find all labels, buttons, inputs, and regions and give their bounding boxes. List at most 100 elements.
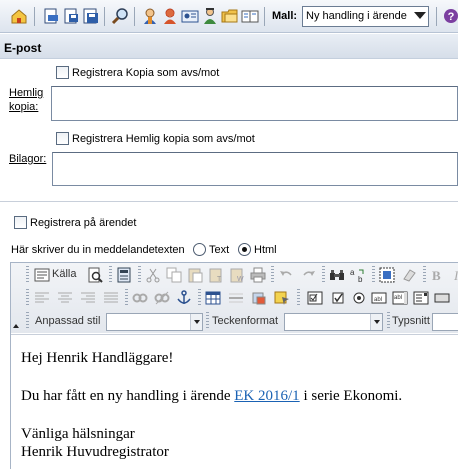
- justify-icon[interactable]: [103, 290, 119, 306]
- folder-icon[interactable]: [221, 7, 239, 25]
- registrera-kopia-label: Registrera Kopia som avs/mot: [72, 67, 220, 79]
- message-body-prefix: Du har fått en ny handling i ärende: [21, 388, 235, 404]
- format-text-label: Text: [209, 244, 230, 256]
- select-field-icon[interactable]: [413, 290, 429, 306]
- paste-word-icon[interactable]: W: [229, 267, 245, 283]
- svg-text:abl: abl: [374, 297, 382, 303]
- copy-icon[interactable]: [166, 267, 182, 283]
- bold-icon[interactable]: B: [429, 267, 445, 283]
- toolbar-grip: [322, 266, 325, 284]
- unlink-icon[interactable]: [154, 290, 170, 306]
- align-left-icon[interactable]: [34, 290, 50, 306]
- save-as-icon[interactable]: [82, 7, 100, 25]
- toolbar-separator: [104, 7, 105, 26]
- mall-select[interactable]: Ny handling i ärende: [302, 6, 429, 27]
- bilagor-label: Bilagor:: [9, 153, 47, 165]
- registrera-hemlig-kopia-label: Registrera Hemlig kopia som avs/mot: [72, 133, 255, 145]
- anpassad-stil-select[interactable]: [106, 313, 203, 331]
- link-icon[interactable]: [132, 290, 148, 306]
- templates-icon[interactable]: [116, 267, 132, 283]
- message-body-suffix: i serie Ekonomi.: [299, 388, 403, 404]
- message-line-closing: Vänliga hälsningar: [21, 426, 135, 442]
- editor-content[interactable]: Hej Henrik Handläggare! Du har fått en n…: [11, 334, 458, 469]
- toolbar-grip: [109, 266, 112, 284]
- svg-text:I: I: [453, 268, 458, 283]
- horizontal-line-icon[interactable]: [228, 290, 244, 306]
- format-html-radio[interactable]: [238, 243, 251, 256]
- cut-icon[interactable]: [145, 267, 161, 283]
- svg-text:a: a: [350, 268, 355, 277]
- arende-link[interactable]: EK 2016/1: [234, 388, 299, 404]
- help-icon[interactable]: ?: [442, 7, 458, 25]
- toolbar-grip: [26, 312, 29, 330]
- hemlig-kopia-label-line-1: Hemlig: [9, 87, 44, 99]
- hemlig-kopia-field[interactable]: [51, 86, 458, 121]
- form-icon[interactable]: [307, 290, 323, 306]
- toolbar-grip: [387, 312, 390, 330]
- textarea-icon[interactable]: abl: [392, 290, 408, 306]
- svg-text:?: ?: [448, 11, 455, 23]
- typsnitt-select[interactable]: [432, 313, 458, 331]
- toolbar-separator: [436, 7, 437, 26]
- checkbox-icon[interactable]: [330, 290, 346, 306]
- hemlig-kopia-label-line-2: kopia:: [9, 101, 39, 113]
- toolbar-grip: [206, 312, 209, 330]
- section-header: E-post: [0, 34, 458, 59]
- toolbar-grip: [26, 289, 29, 307]
- special-char-icon[interactable]: [274, 290, 290, 306]
- toolbar-grip: [125, 289, 128, 307]
- italic-icon[interactable]: I: [449, 267, 458, 283]
- undo-icon[interactable]: [278, 267, 294, 283]
- chevron-down-icon: [190, 314, 202, 330]
- paste-text-icon[interactable]: T: [208, 267, 224, 283]
- chevron-down-icon: [414, 12, 426, 19]
- user-female-icon[interactable]: [161, 7, 179, 25]
- registrera-hemlig-kopia-checkbox[interactable]: [56, 132, 69, 145]
- save-document-icon[interactable]: [62, 7, 80, 25]
- paste-icon[interactable]: [187, 267, 203, 283]
- toolbar-grip: [271, 266, 274, 284]
- find-icon[interactable]: [329, 267, 345, 283]
- toolbar-grip: [372, 266, 375, 284]
- teckenformat-select[interactable]: [284, 313, 383, 331]
- section-title: E-post: [4, 41, 42, 55]
- toolbar-grip: [198, 289, 201, 307]
- source-icon[interactable]: [34, 267, 50, 283]
- table-icon[interactable]: [205, 290, 221, 306]
- radio-icon[interactable]: [351, 290, 367, 306]
- registrera-arendet-label: Registrera på ärendet: [30, 217, 137, 229]
- redo-icon[interactable]: [301, 267, 317, 283]
- book-icon[interactable]: [241, 7, 259, 25]
- home-icon[interactable]: [10, 7, 28, 25]
- text-field-icon[interactable]: abl: [371, 290, 387, 306]
- handler-icon[interactable]: [201, 7, 219, 25]
- chevron-down-icon: [370, 314, 382, 330]
- smiley-icon[interactable]: [251, 290, 267, 306]
- format-text-radio[interactable]: [193, 243, 206, 256]
- registrera-arendet-checkbox[interactable]: [14, 216, 27, 229]
- toolbar-collapse-button[interactable]: [11, 320, 21, 332]
- mall-select-value: Ny handling i ärende: [306, 10, 407, 22]
- toolbar-grip: [297, 289, 300, 307]
- select-all-icon[interactable]: [379, 267, 395, 283]
- button-field-icon[interactable]: [434, 290, 450, 306]
- print-icon[interactable]: [250, 267, 266, 283]
- align-right-icon[interactable]: [80, 290, 96, 306]
- typsnitt-label: Typsnitt: [392, 315, 430, 327]
- contact-card-icon[interactable]: [181, 7, 199, 25]
- mall-label: Mall:: [272, 10, 298, 22]
- replace-icon[interactable]: ab: [350, 267, 366, 284]
- bilagor-field[interactable]: [52, 152, 458, 186]
- source-button-label[interactable]: Källa: [52, 268, 76, 280]
- new-document-icon[interactable]: [42, 7, 60, 25]
- align-center-icon[interactable]: [57, 290, 73, 306]
- search-icon[interactable]: [111, 7, 129, 25]
- preview-icon[interactable]: [87, 267, 103, 283]
- remove-format-icon[interactable]: [401, 267, 417, 283]
- message-line-greeting: Hej Henrik Handläggare!: [21, 350, 174, 366]
- registrera-kopia-checkbox[interactable]: [56, 66, 69, 79]
- anchor-icon[interactable]: [176, 290, 192, 306]
- user-icon[interactable]: [141, 7, 159, 25]
- message-line-signature: Henrik Huvudregistrator: [21, 444, 169, 460]
- toolbar-separator: [134, 7, 135, 26]
